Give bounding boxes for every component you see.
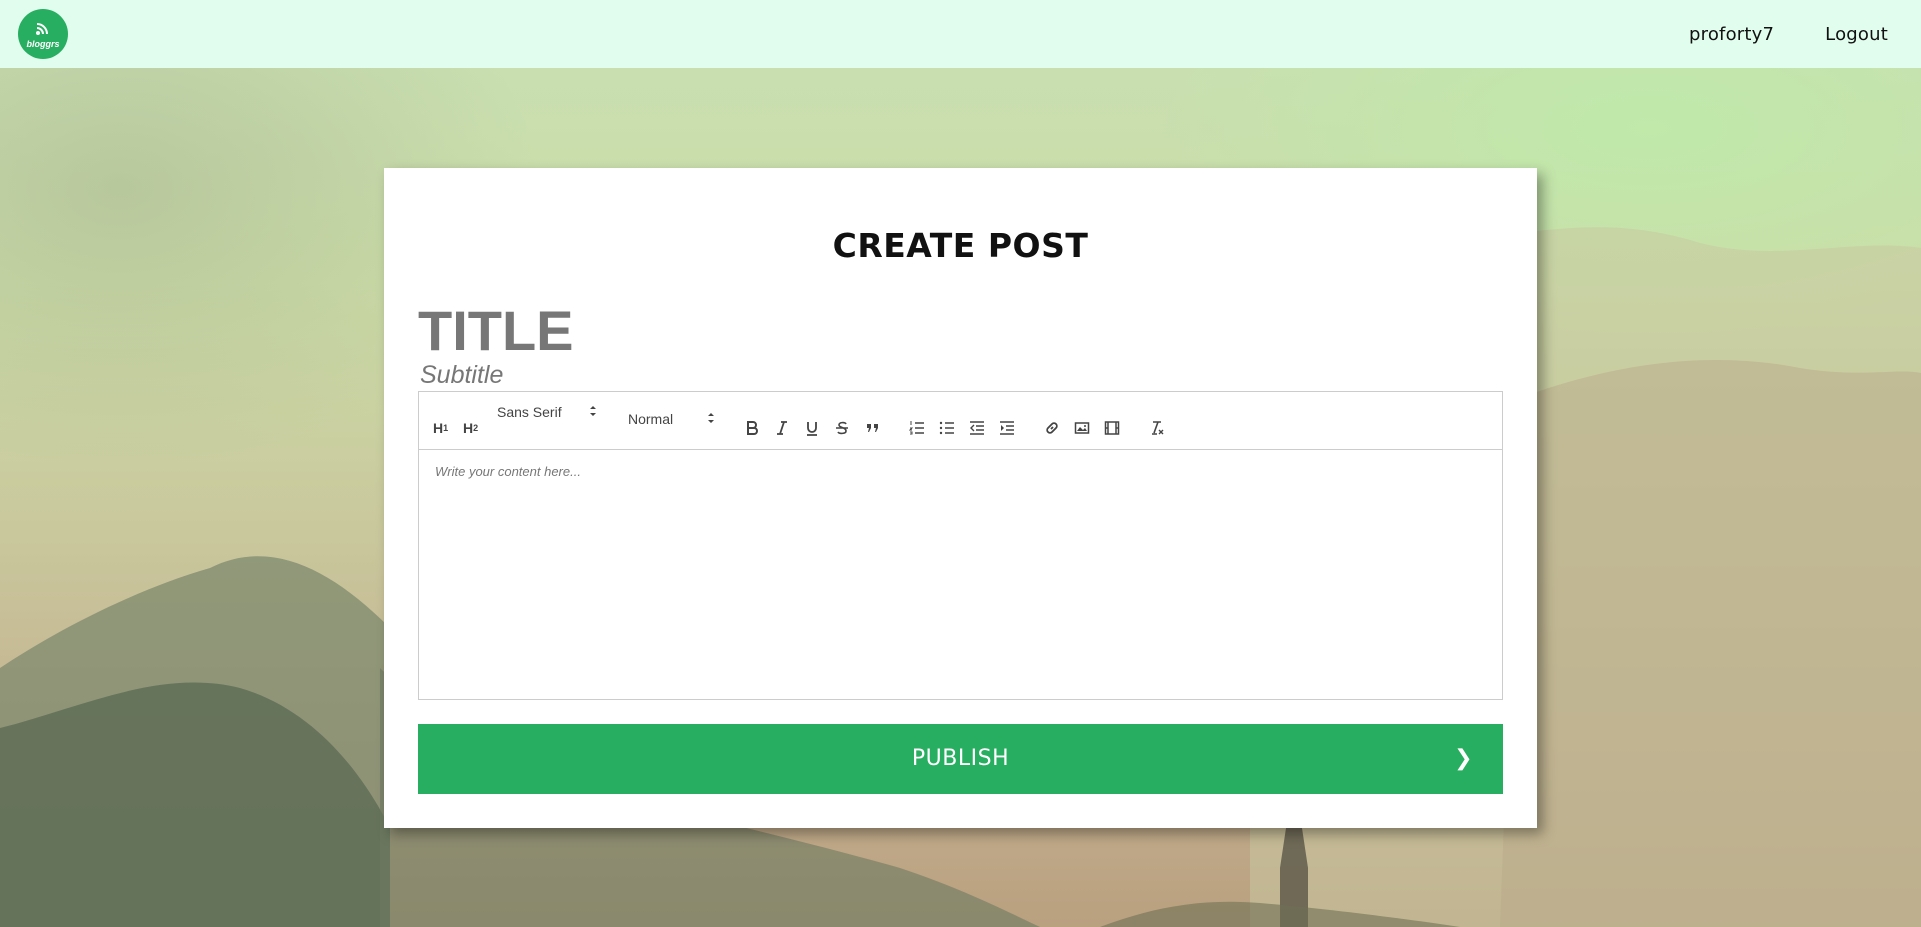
title-input[interactable]	[418, 300, 1418, 360]
italic-icon[interactable]	[775, 418, 789, 438]
picker-arrows-icon	[590, 406, 596, 416]
blockquote-icon[interactable]	[865, 418, 881, 438]
publish-label: PUBLISH	[911, 746, 1010, 771]
bold-icon[interactable]	[745, 418, 759, 438]
ordered-list-icon[interactable]	[909, 418, 925, 438]
header-1-button[interactable]: H1	[433, 418, 448, 438]
top-navbar: bloggrs proforty7 Logout	[0, 0, 1921, 68]
bullet-list-icon[interactable]	[939, 418, 955, 438]
subtitle-input[interactable]	[420, 360, 1320, 390]
bloggrs-logo[interactable]: bloggrs	[18, 9, 68, 59]
font-family-value: Sans Serif	[497, 404, 562, 420]
strike-icon[interactable]	[835, 418, 849, 438]
content-editor[interactable]: Write your content here...	[419, 450, 1502, 699]
username-link[interactable]: proforty7	[1689, 24, 1774, 45]
logout-link[interactable]: Logout	[1825, 24, 1888, 45]
editor-toolbar: H1 H2 Sans Serif Normal	[419, 392, 1502, 450]
image-icon[interactable]	[1074, 418, 1090, 438]
create-post-card: CREATE POST H1 H2 Sans Serif Normal	[384, 168, 1537, 828]
font-size-value: Normal	[628, 411, 674, 427]
page-title: CREATE POST	[832, 226, 1089, 265]
font-family-picker[interactable]: Sans Serif	[497, 402, 597, 422]
rich-text-editor: H1 H2 Sans Serif Normal Write your conte…	[418, 391, 1503, 700]
user-nav: proforty7 Logout	[1689, 24, 1903, 45]
underline-icon[interactable]	[805, 418, 819, 438]
clear-format-icon[interactable]	[1149, 418, 1165, 438]
rss-icon	[35, 22, 51, 38]
link-icon[interactable]	[1044, 418, 1060, 438]
font-size-picker[interactable]: Normal	[628, 409, 715, 429]
video-icon[interactable]	[1104, 418, 1120, 438]
logo-text: bloggrs	[26, 38, 60, 49]
indent-icon[interactable]	[999, 418, 1015, 438]
header-2-button[interactable]: H2	[463, 418, 478, 438]
picker-arrows-icon	[708, 413, 714, 423]
chevron-right-icon: ❯	[1454, 746, 1473, 771]
publish-button[interactable]: PUBLISH ❯	[418, 724, 1503, 794]
outdent-icon[interactable]	[969, 418, 985, 438]
